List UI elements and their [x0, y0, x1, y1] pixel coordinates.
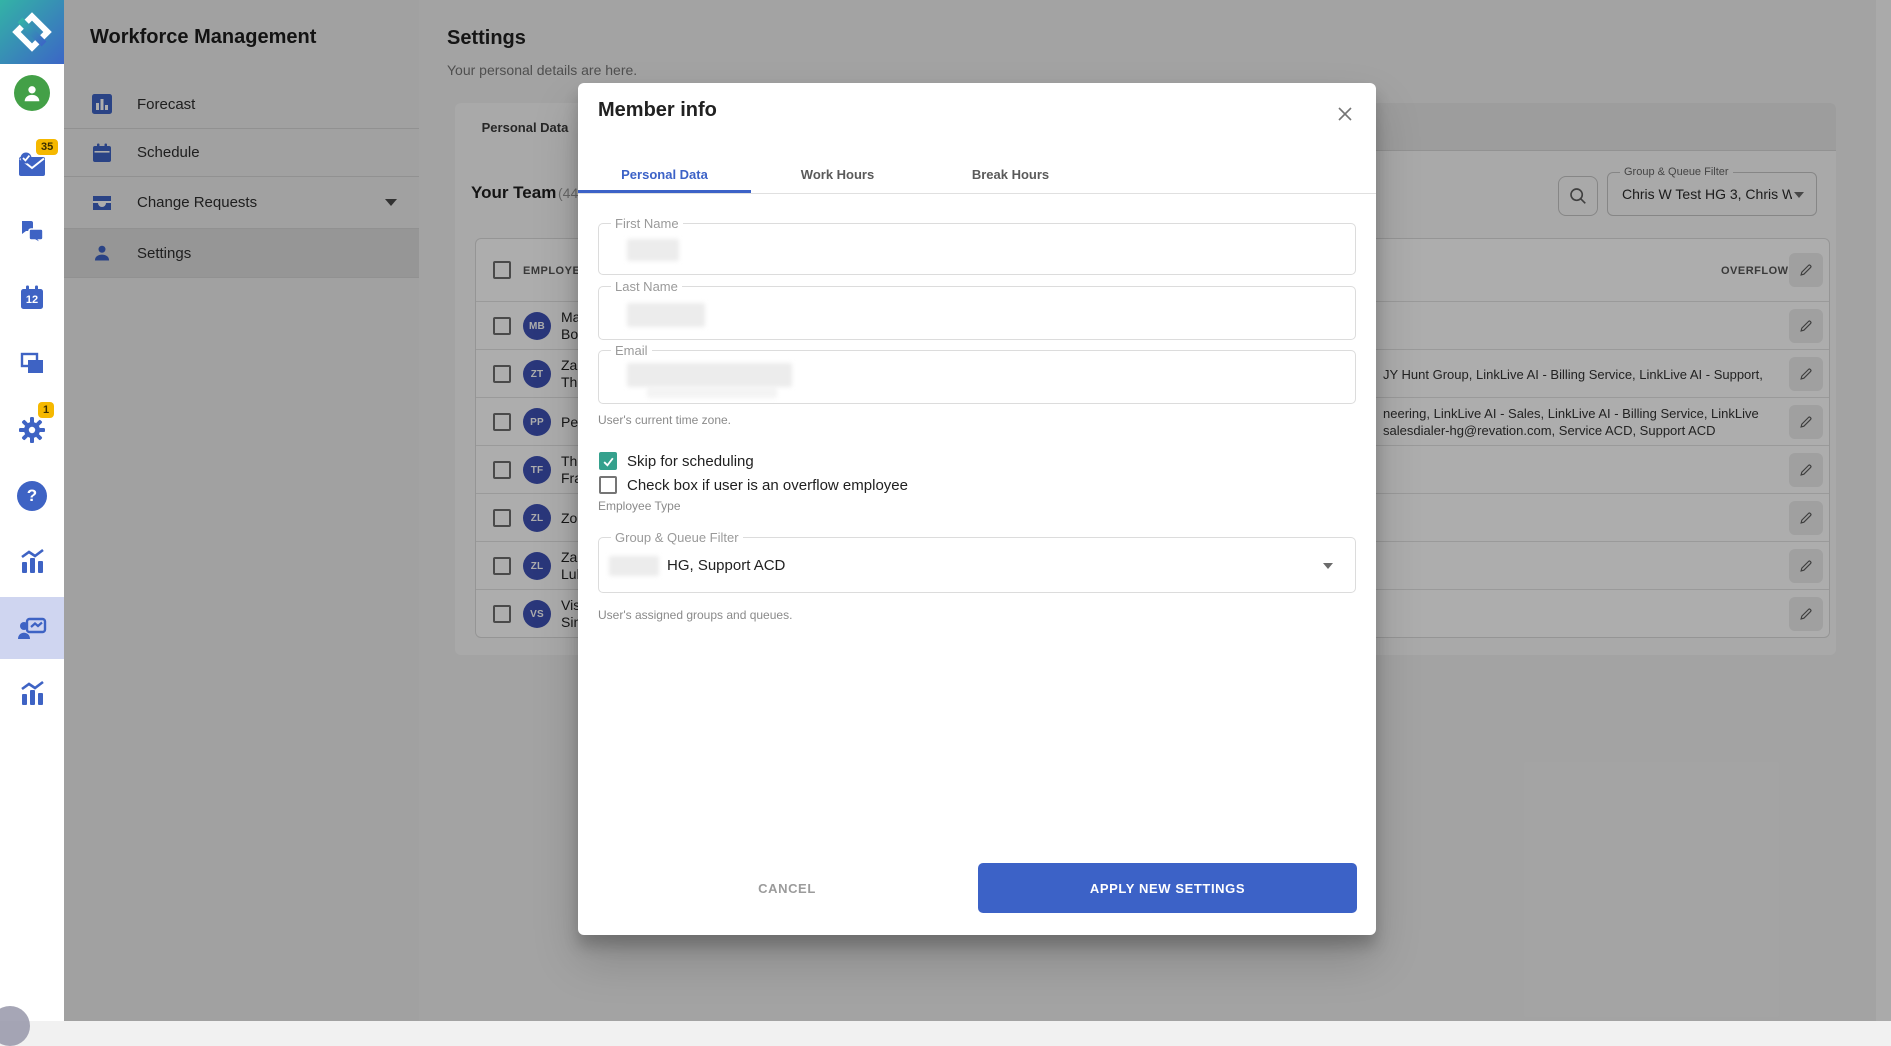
email-field[interactable]: Email [598, 350, 1356, 404]
active-tab-indicator [578, 190, 751, 193]
group-filter-value: HG, Support ACD [667, 538, 785, 592]
mail-check-icon [17, 152, 47, 178]
timezone-helper: User's current time zone. [598, 413, 731, 427]
employee-type-label: Employee Type [598, 499, 681, 513]
profile-avatar[interactable] [0, 71, 64, 115]
modal-group-queue-filter[interactable]: Group & Queue Filter HG, Support ACD [598, 537, 1356, 593]
analytics-chart-icon [18, 680, 46, 708]
tab-divider [578, 193, 1376, 194]
dropdown-arrow-icon [1323, 563, 1333, 569]
group-filter-helper: User's assigned groups and queues. [598, 608, 792, 622]
unchecked-checkbox-icon [599, 476, 617, 494]
gear-icon [17, 415, 47, 445]
analytics-chart-icon [18, 548, 46, 576]
redacted-group-prefix [609, 556, 659, 576]
calendar-day-label: 12 [18, 294, 46, 306]
help-icon: ? [17, 481, 47, 511]
analytics-button-2[interactable] [0, 672, 64, 716]
windows-button[interactable] [0, 342, 64, 386]
redacted-last-name [627, 303, 705, 327]
calendar-button[interactable]: 12 [0, 276, 64, 320]
checkbox-label: Check box if user is an overflow employe… [627, 477, 908, 494]
redacted-first-name [627, 239, 679, 261]
member-info-modal: Member info Personal Data Work Hours Bre… [578, 83, 1376, 935]
icon-rail: 35 12 1 [0, 0, 64, 1021]
app-logo[interactable] [0, 0, 64, 64]
last-name-field[interactable]: Last Name [598, 286, 1356, 340]
workforce-presenter-icon [17, 615, 47, 641]
gear-badge: 1 [38, 402, 54, 418]
checkbox-label: Skip for scheduling [627, 453, 754, 470]
settings-gear-button[interactable]: 1 [0, 408, 64, 452]
inbox-mail-button[interactable]: 35 [0, 143, 64, 187]
overflow-employee-checkbox[interactable]: Check box if user is an overflow employe… [599, 476, 908, 494]
apply-new-settings-button[interactable]: APPLY NEW SETTINGS [978, 863, 1357, 913]
modal-tab-work-hours[interactable]: Work Hours [751, 155, 924, 193]
user-avatar-icon [14, 75, 50, 111]
cancel-button[interactable]: CANCEL [726, 865, 848, 911]
help-button[interactable]: ? [0, 474, 64, 518]
redacted-email [627, 363, 792, 387]
partial-bottom-icon [0, 1006, 30, 1046]
calendar-12-icon: 12 [18, 284, 46, 312]
analytics-button[interactable] [0, 540, 64, 584]
close-icon [1337, 106, 1353, 122]
first-name-label: First Name [611, 216, 683, 231]
workforce-selected-tile[interactable] [0, 597, 64, 659]
modal-tab-personal-data[interactable]: Personal Data [578, 155, 751, 193]
email-label: Email [611, 343, 652, 358]
modal-title: Member info [598, 99, 717, 122]
mail-badge: 35 [36, 139, 58, 155]
first-name-field[interactable]: First Name [598, 223, 1356, 275]
chat-bubbles-icon [18, 219, 46, 245]
logo-icon [0, 0, 64, 64]
skip-scheduling-checkbox[interactable]: Skip for scheduling [599, 452, 754, 470]
checked-checkbox-icon [599, 452, 617, 470]
chat-button[interactable] [0, 210, 64, 254]
last-name-label: Last Name [611, 279, 682, 294]
modal-tab-break-hours[interactable]: Break Hours [924, 155, 1097, 193]
close-button[interactable] [1332, 101, 1358, 127]
redacted-email-line2 [647, 387, 777, 398]
overlapping-windows-icon [18, 351, 46, 377]
